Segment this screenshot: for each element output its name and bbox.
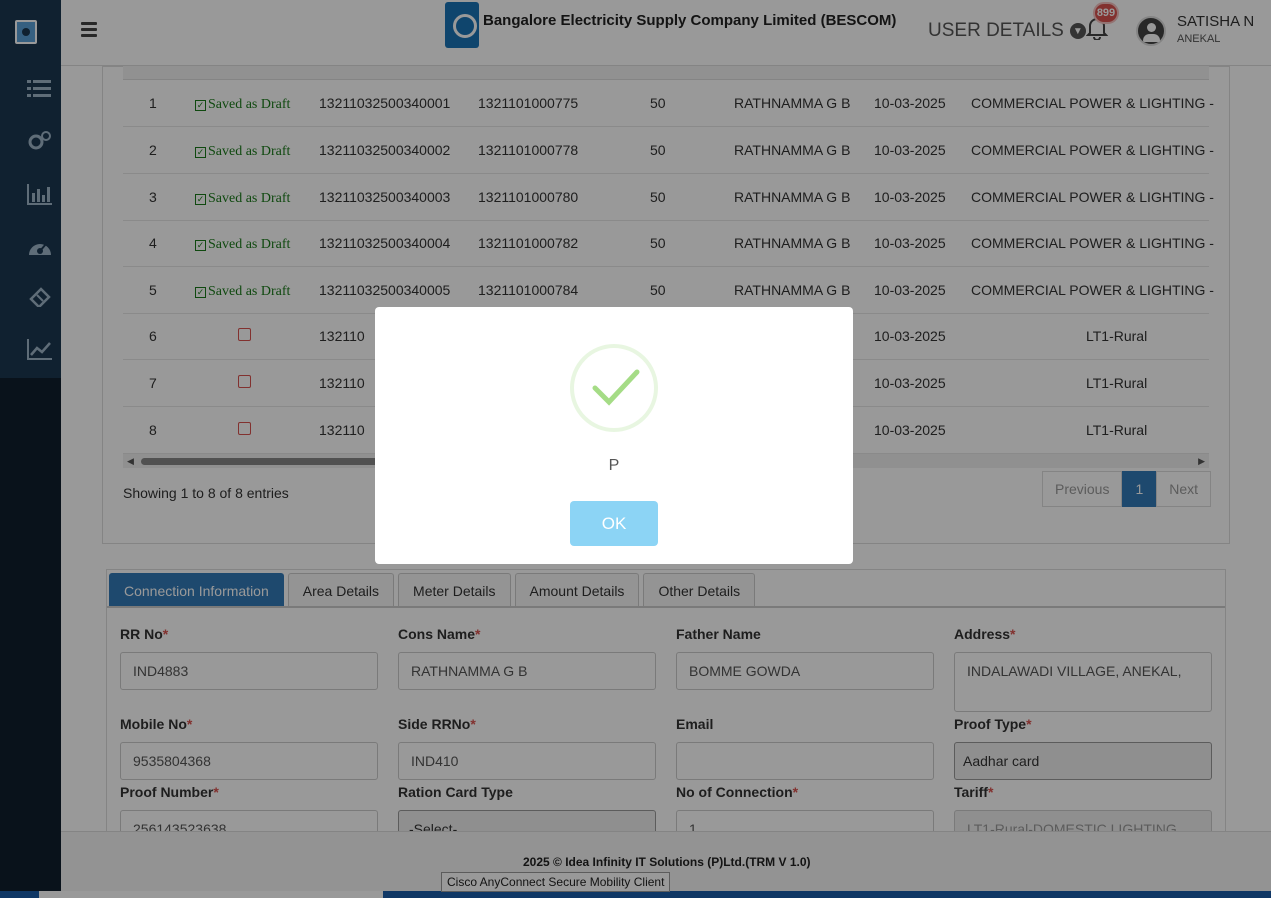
success-check-icon (592, 369, 640, 406)
dialog-message: P (608, 457, 620, 474)
ok-button[interactable]: OK (570, 501, 658, 546)
success-dialog: P OK (375, 307, 853, 564)
